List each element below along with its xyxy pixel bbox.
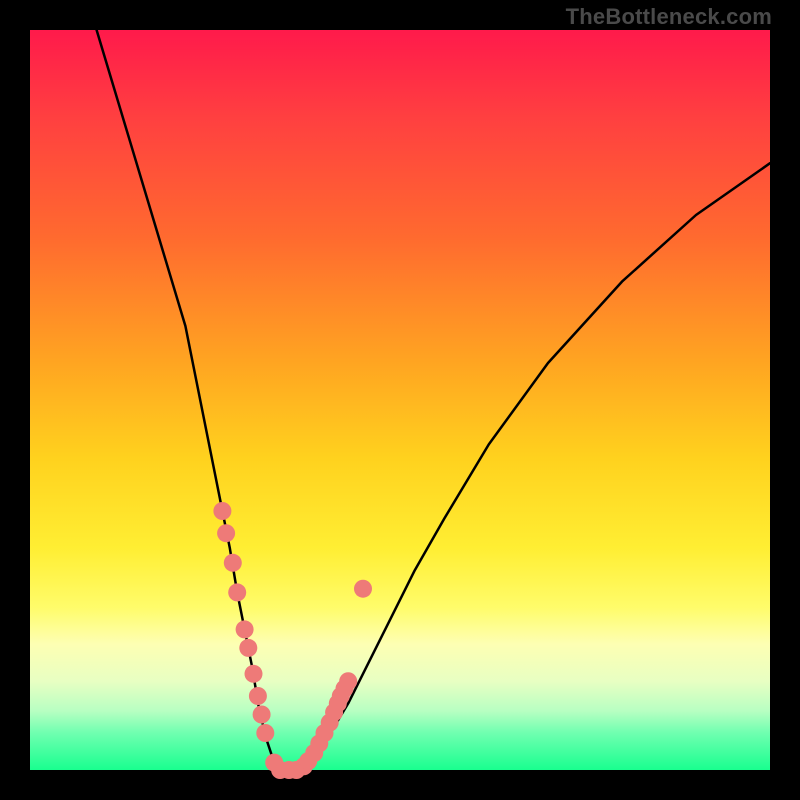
data-point bbox=[253, 706, 271, 724]
data-point bbox=[213, 502, 231, 520]
data-point bbox=[354, 580, 372, 598]
curve-line bbox=[97, 30, 770, 770]
data-point bbox=[224, 554, 242, 572]
data-point bbox=[256, 724, 274, 742]
plot-svg bbox=[0, 0, 800, 800]
data-point bbox=[249, 687, 267, 705]
data-point bbox=[339, 672, 357, 690]
data-point bbox=[236, 620, 254, 638]
chart-frame: TheBottleneck.com bbox=[0, 0, 800, 800]
data-point bbox=[245, 665, 263, 683]
data-point bbox=[228, 583, 246, 601]
data-point bbox=[239, 639, 257, 657]
data-point bbox=[217, 524, 235, 542]
